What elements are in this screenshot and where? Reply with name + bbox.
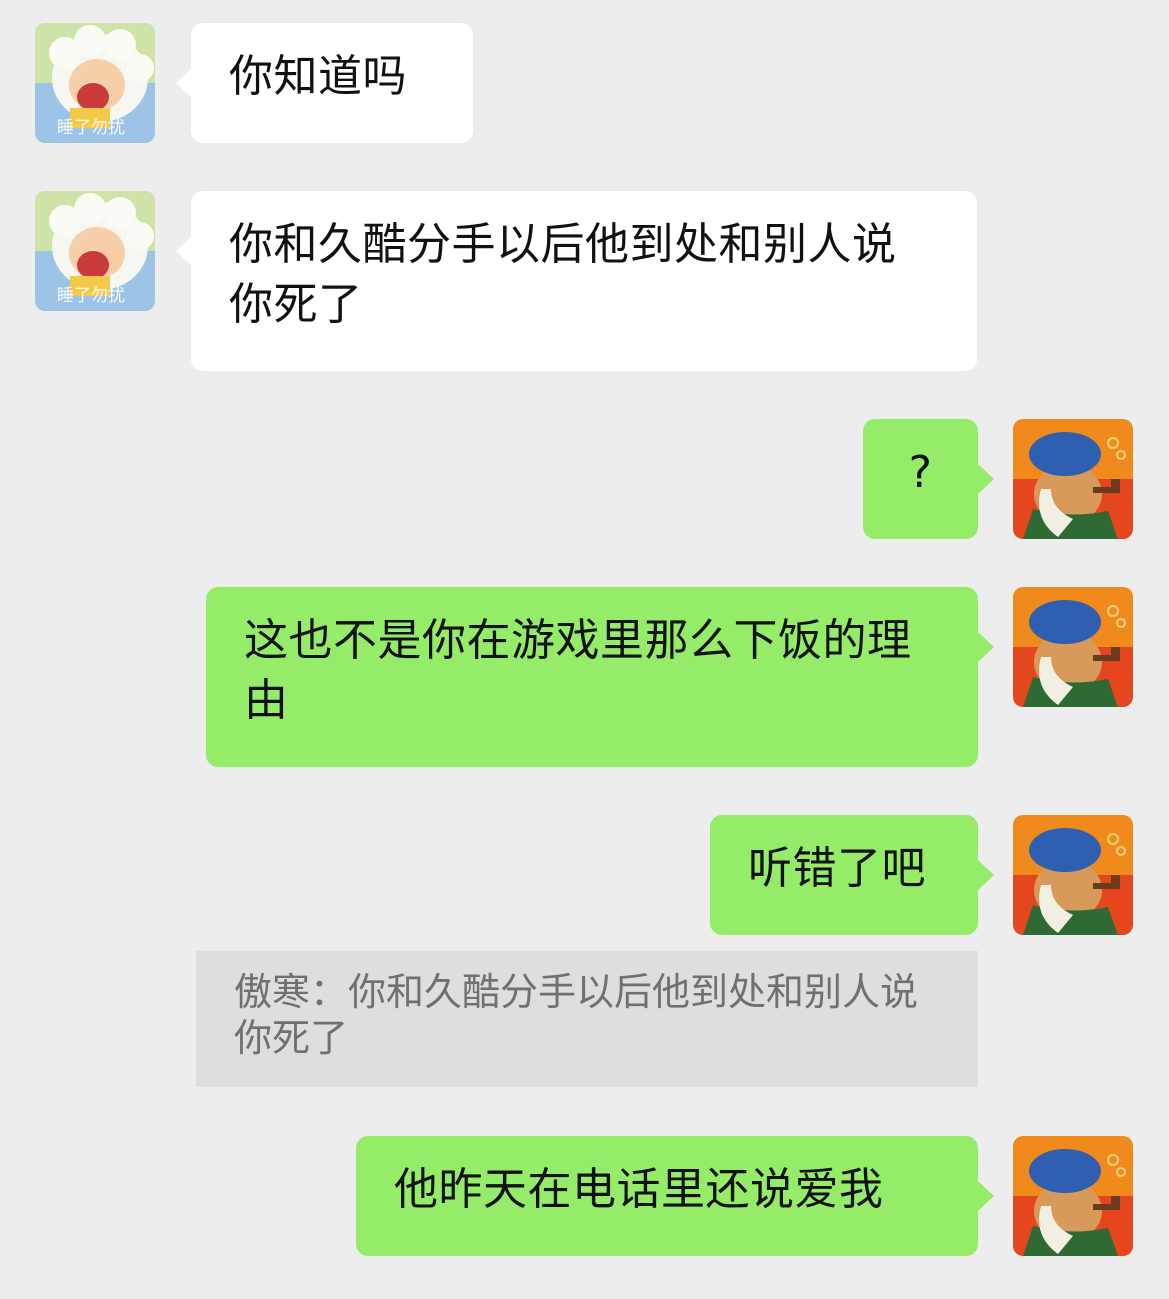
message-bubble-outgoing[interactable]: ?	[863, 419, 978, 539]
quoted-message[interactable]: 傲寒：你和久酷分手以后他到处和别人说你死了	[196, 951, 978, 1087]
message-bubble-outgoing[interactable]: 听错了吧	[710, 815, 978, 935]
bubble-tail	[176, 68, 192, 98]
my-avatar[interactable]	[1013, 419, 1133, 539]
bubble-tail	[978, 632, 994, 662]
quote-separator: ：	[310, 970, 349, 1014]
contact-avatar[interactable]: 睡了勿扰	[35, 191, 155, 311]
message-text: 你和久酷分手以后他到处和别人说你死了	[229, 219, 897, 330]
avatar-caption: 睡了勿扰	[57, 286, 125, 306]
bubble-tail	[978, 1181, 994, 1211]
my-avatar[interactable]	[1013, 815, 1133, 935]
message-text: ?	[908, 447, 933, 498]
contact-avatar[interactable]: 睡了勿扰	[35, 23, 155, 143]
message-bubble-outgoing[interactable]: 这也不是你在游戏里那么下饭的理由	[206, 587, 978, 767]
message-text: 他昨天在电话里还说爱我	[394, 1164, 884, 1215]
message-bubble-incoming[interactable]: 你和久酷分手以后他到处和别人说你死了	[191, 191, 977, 371]
message-bubble-incoming[interactable]: 你知道吗	[191, 23, 473, 143]
message-text: 听错了吧	[748, 843, 926, 894]
message-text: 你知道吗	[229, 51, 407, 102]
message-bubble-outgoing[interactable]: 他昨天在电话里还说爱我	[356, 1136, 978, 1256]
bubble-tail	[176, 236, 192, 266]
bubble-tail	[978, 860, 994, 890]
avatar-caption: 睡了勿扰	[57, 118, 125, 138]
bubble-tail	[978, 464, 994, 494]
my-avatar[interactable]	[1013, 1136, 1133, 1256]
quote-author: 傲寒	[234, 970, 311, 1014]
my-avatar[interactable]	[1013, 587, 1133, 707]
message-text: 这也不是你在游戏里那么下饭的理由	[244, 615, 912, 726]
